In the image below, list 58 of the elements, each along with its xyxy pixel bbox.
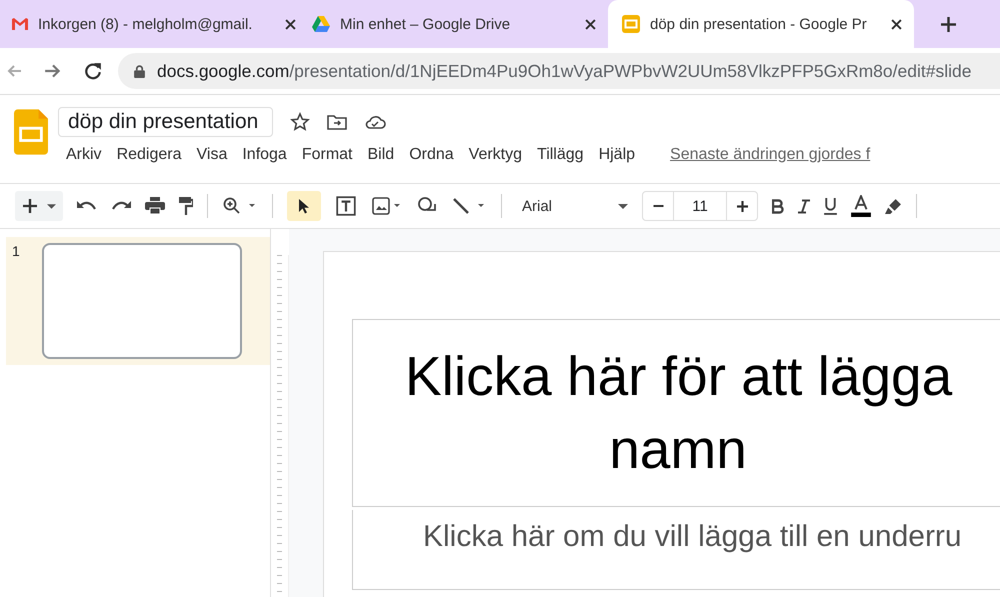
text-color-icon[interactable] (851, 195, 872, 217)
paint-roller-icon[interactable] (179, 197, 193, 215)
reload-icon[interactable] (84, 62, 102, 80)
triangle-logo-icon (312, 16, 330, 32)
undo-icon[interactable] (77, 200, 97, 212)
menu-item[interactable]: Redigera (116, 146, 182, 164)
plus-icon (940, 16, 956, 32)
select-tool-button[interactable] (287, 191, 321, 221)
menu-item[interactable]: Ordna (409, 146, 454, 164)
forward-icon[interactable] (44, 62, 62, 80)
zoom-icon[interactable] (222, 197, 258, 215)
tab-title: Min enhet – Google Drive (340, 16, 512, 32)
menu-item[interactable]: Hjälp (598, 146, 636, 164)
minus-icon (652, 205, 664, 207)
redo-icon[interactable] (111, 200, 131, 212)
tab-title: Inkorgen (8) - melgholm@gmail. (38, 16, 254, 32)
menu-item[interactable]: Arkiv (66, 146, 102, 164)
browser-tab[interactable]: döp din presentation - Google Pr (608, 0, 914, 48)
folder-icon[interactable] (327, 114, 348, 130)
menu-item[interactable]: Verktyg (468, 146, 522, 164)
last-edit-link[interactable]: Senaste ändringen gjordes f (670, 146, 870, 164)
bold-icon[interactable] (772, 198, 784, 214)
image-icon[interactable] (371, 197, 403, 215)
print-icon[interactable] (145, 197, 165, 215)
underline-icon[interactable] (824, 198, 838, 214)
close-icon[interactable] (585, 18, 596, 30)
menu-item[interactable]: Infoga (242, 146, 287, 164)
new-slide-button[interactable] (15, 191, 63, 221)
address-field[interactable]: docs.google.com/presentation/d/1NjEEDm4Pu9Oh1wVyaPWPbvW2UUm58VlkzPFP5GxRm8o/edit#slide (118, 53, 1000, 89)
close-icon[interactable] (891, 18, 902, 30)
browser-tab[interactable]: Inkorgen (8) - melgholm@gmail. (8, 0, 308, 48)
tab-title: döp din presentation - Google Pr (650, 16, 868, 32)
italic-icon[interactable] (798, 198, 810, 214)
menu-item[interactable]: Bild (368, 146, 394, 164)
menu-item[interactable]: Visa (196, 146, 228, 164)
font-dropdown[interactable]: Arial (516, 198, 628, 214)
cloud-icon[interactable] (364, 114, 386, 130)
browser-tab[interactable]: Min enhet – Google Drive (308, 0, 608, 48)
caret-icon (46, 204, 56, 208)
slides-logo-icon (622, 15, 640, 33)
plus-icon (736, 200, 748, 212)
mail-icon (12, 18, 28, 30)
title-placeholder-text[interactable]: namn (353, 413, 1000, 486)
menu-item[interactable]: Tillägg (537, 146, 584, 164)
menu-item[interactable]: Format (302, 146, 352, 164)
plus-icon (22, 199, 36, 213)
lock-icon (134, 64, 145, 78)
slide-number: 1 (12, 243, 21, 261)
caret-icon (618, 204, 628, 208)
slide-thumbnail[interactable] (42, 243, 242, 359)
highlighter-icon[interactable] (885, 198, 902, 214)
title-placeholder-text[interactable]: Klicka här för att lägga (353, 340, 1000, 413)
close-icon[interactable] (285, 18, 296, 30)
star-icon[interactable] (290, 112, 310, 132)
pointer-icon (298, 198, 310, 214)
line-icon[interactable] (451, 197, 487, 215)
document-title-field[interactable]: döp din presentation (58, 107, 274, 137)
text-box-icon[interactable] (335, 195, 357, 217)
